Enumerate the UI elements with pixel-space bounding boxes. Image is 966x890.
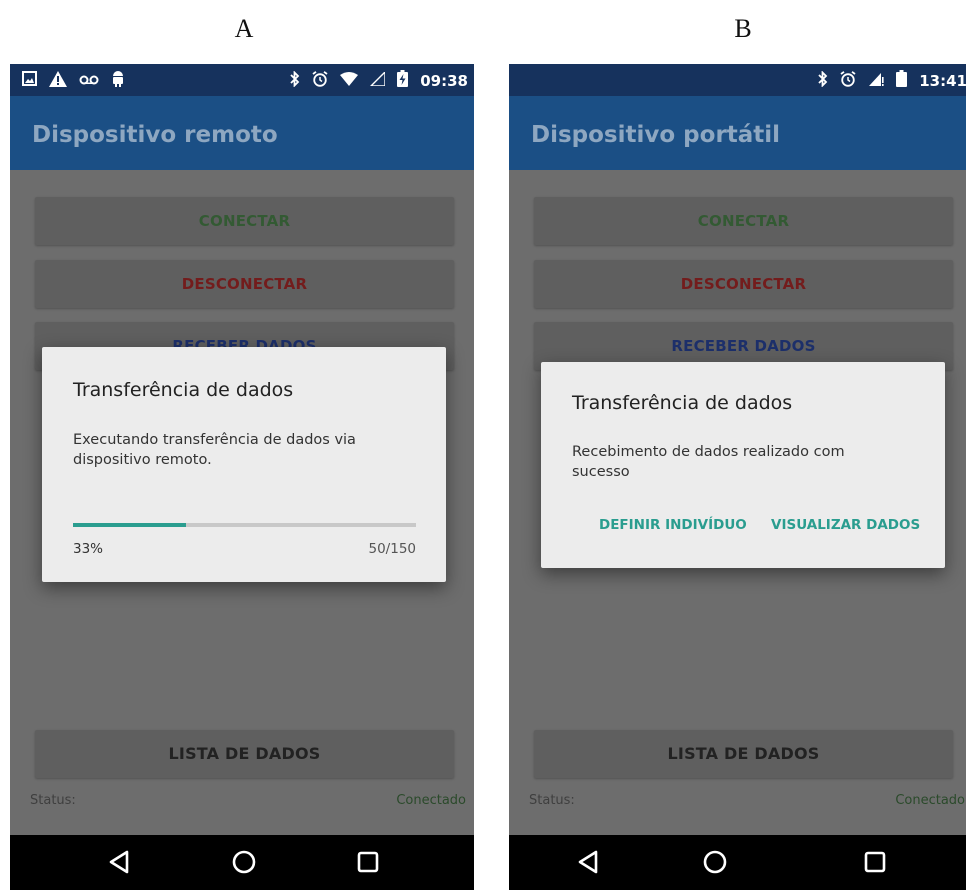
battery-icon	[896, 70, 908, 91]
recents-icon[interactable]	[355, 849, 381, 879]
connect-button[interactable]: CONECTAR	[35, 197, 454, 245]
app-bar: Dispositivo portátil	[509, 96, 966, 170]
app-title: Dispositivo remoto	[32, 122, 278, 148]
status-value: Conectado	[396, 793, 466, 808]
connect-button[interactable]: CONECTAR	[534, 197, 953, 245]
alarm-icon	[840, 70, 856, 91]
data-list-button[interactable]: LISTA DE DADOS	[35, 730, 454, 778]
status-bar: 09:38	[10, 64, 474, 96]
home-icon[interactable]	[702, 849, 728, 879]
define-individual-button[interactable]: DEFINIR INDIVÍDUO	[599, 517, 747, 533]
recents-icon[interactable]	[862, 849, 888, 879]
android-icon	[111, 70, 125, 91]
status-label: Status:	[30, 793, 76, 808]
navigation-bar	[509, 835, 966, 890]
progress-bar	[73, 523, 416, 527]
disconnect-button[interactable]: DESCONECTAR	[35, 260, 454, 308]
home-icon[interactable]	[231, 849, 257, 879]
app-title: Dispositivo portátil	[531, 122, 781, 148]
panel-label-a: A	[234, 14, 254, 43]
bluetooth-icon	[818, 69, 828, 91]
alarm-icon	[312, 70, 328, 91]
view-data-button[interactable]: VISUALIZAR DADOS	[771, 517, 920, 533]
bluetooth-icon	[290, 69, 300, 91]
transfer-complete-dialog: Transferência de dados Recebimento de da…	[541, 362, 945, 568]
status-value: Conectado	[895, 793, 965, 808]
battery-charging-icon	[397, 70, 409, 91]
progress-percent: 33%	[73, 541, 104, 557]
image-icon	[22, 71, 37, 90]
navigation-bar	[10, 835, 474, 890]
dialog-message: Executando transferência de dados via di…	[73, 432, 356, 468]
phone-screen-a: 09:38 Dispositivo remoto CONECTAR DESCON…	[10, 64, 474, 890]
status-bar: 13:41	[509, 64, 966, 96]
progress-bar-fill	[73, 523, 187, 527]
phone-screen-b: 13:41 Dispositivo portátil CONECTAR DESC…	[509, 64, 966, 890]
dialog-title: Transferência de dados	[572, 392, 793, 414]
wifi-icon	[340, 71, 359, 90]
voicemail-icon	[79, 72, 99, 90]
app-bar: Dispositivo remoto	[10, 96, 474, 170]
status-time: 09:38	[420, 71, 468, 90]
back-icon[interactable]	[576, 849, 602, 879]
status-label: Status:	[529, 793, 575, 808]
signal-icon	[868, 72, 884, 90]
progress-count: 50/150	[368, 541, 417, 557]
dialog-title: Transferência de dados	[73, 379, 294, 401]
disconnect-button[interactable]: DESCONECTAR	[534, 260, 953, 308]
warning-icon	[49, 70, 67, 91]
back-icon[interactable]	[107, 849, 133, 879]
signal-icon	[369, 69, 386, 90]
transfer-progress-dialog: Transferência de dados Executando transf…	[42, 347, 446, 582]
status-time: 13:41	[919, 71, 966, 90]
data-list-button[interactable]: LISTA DE DADOS	[534, 730, 953, 778]
dialog-message: Recebimento de dados realizado com suces…	[572, 444, 845, 480]
panel-label-b: B	[734, 14, 752, 43]
